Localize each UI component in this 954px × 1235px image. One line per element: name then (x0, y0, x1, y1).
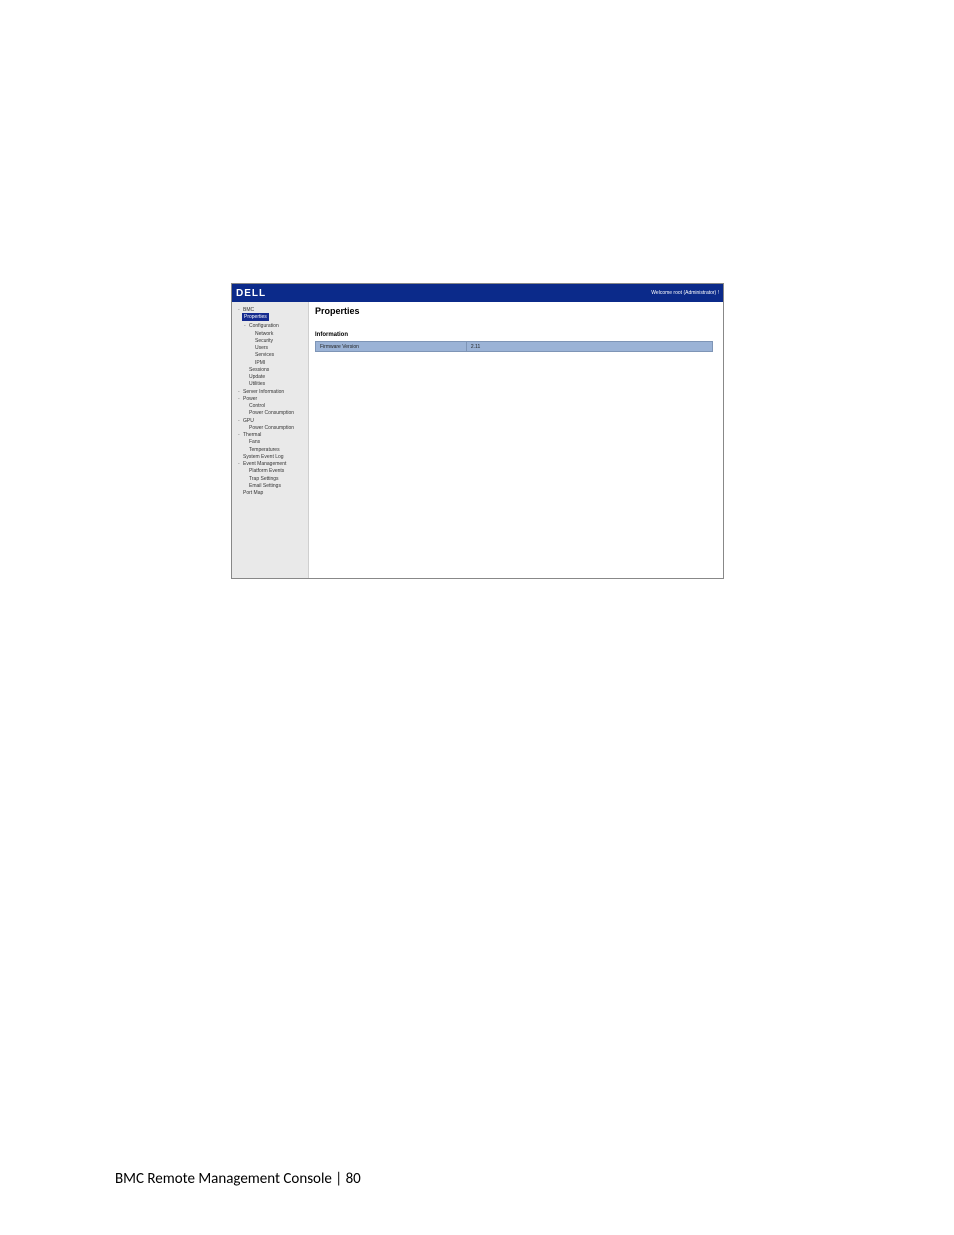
nav-item-power-consumption[interactable]: Power Consumption (236, 424, 306, 431)
page-title: Properties (315, 306, 713, 316)
nav-item-temperatures[interactable]: Temperatures (236, 446, 306, 453)
nav-item-thermal[interactable]: -Thermal (236, 432, 306, 439)
nav-item-label: Control (249, 403, 265, 409)
nav-item-label: Port Map (243, 490, 263, 496)
info-value: 2.11 (466, 342, 712, 352)
nav-item-ipmi[interactable]: IPMI (236, 359, 306, 366)
info-table: Firmware Version2.11 (315, 341, 713, 352)
nav-item-bmc[interactable]: -BMC (236, 306, 306, 313)
main-body: -BMCProperties-ConfigurationNetworkSecur… (232, 302, 723, 578)
nav-item-label: Power Consumption (249, 425, 294, 431)
nav-item-label: Email Settings (249, 483, 281, 489)
nav-item-system-event-log[interactable]: System Event Log (236, 453, 306, 460)
nav-item-label: Sessions (249, 367, 269, 373)
nav-item-label: Update (249, 374, 265, 380)
content-pane: Properties Information Firmware Version2… (309, 302, 723, 578)
nav-item-label: Services (255, 352, 274, 358)
nav-item-properties[interactable]: Properties (242, 313, 269, 320)
nav-item-label: Properties (244, 314, 267, 320)
table-row: Firmware Version2.11 (316, 342, 713, 352)
nav-item-label: BMC (243, 307, 254, 313)
nav-item-server-information[interactable]: -Server Information (236, 388, 306, 395)
page-footer: BMC Remote Management Console | 80 (115, 1170, 361, 1188)
screenshot-frame: DELL Welcome root (Administrator) ! -BMC… (231, 283, 724, 579)
nav-item-services[interactable]: Services (236, 352, 306, 359)
nav-item-update[interactable]: Update (236, 374, 306, 381)
nav-item-label: Event Management (243, 461, 286, 467)
section-title: Information (315, 332, 713, 338)
nav-item-label: Temperatures (249, 447, 280, 453)
nav-item-gpu[interactable]: -GPU (236, 417, 306, 424)
nav-item-label: Security (255, 338, 273, 344)
nav-item-label: Configuration (249, 323, 279, 329)
nav-item-label: Network (255, 331, 273, 337)
info-key: Firmware Version (316, 342, 467, 352)
nav-item-power-consumption[interactable]: Power Consumption (236, 410, 306, 417)
nav-item-trap-settings[interactable]: Trap Settings (236, 475, 306, 482)
nav-item-label: Thermal (243, 432, 261, 438)
nav-item-label: Power Consumption (249, 410, 294, 416)
nav-sidebar: -BMCProperties -ConfigurationNetworkSecur… (232, 302, 309, 578)
topbar: DELL Welcome root (Administrator) ! (232, 284, 723, 302)
nav-item-fans[interactable]: Fans (236, 439, 306, 446)
nav-item-label: Server Information (243, 389, 284, 395)
nav-item-platform-events[interactable]: Platform Events (236, 468, 306, 475)
dell-logo: DELL (236, 288, 266, 299)
nav-item-utilities[interactable]: Utilities (236, 381, 306, 388)
nav-item-control[interactable]: Control (236, 403, 306, 410)
nav-item-label: Fans (249, 439, 260, 445)
nav-item-email-settings[interactable]: Email Settings (236, 482, 306, 489)
nav-item-configuration[interactable]: -Configuration (236, 323, 306, 330)
nav-item-label: Users (255, 345, 268, 351)
nav-item-port-map[interactable]: Port Map (236, 490, 306, 497)
nav-item-label: Utilities (249, 381, 265, 387)
nav-item-sessions[interactable]: Sessions (236, 366, 306, 373)
nav-item-power[interactable]: -Power (236, 395, 306, 402)
nav-item-event-management[interactable]: -Event Management (236, 461, 306, 468)
welcome-text: Welcome root (Administrator) ! (651, 290, 719, 296)
nav-item-label: IPMI (255, 360, 265, 366)
nav-item-label: System Event Log (243, 454, 284, 460)
nav-item-label: Trap Settings (249, 476, 279, 482)
nav-item-label: GPU (243, 418, 254, 424)
nav-item-label: Platform Events (249, 468, 284, 474)
document-page: DELL Welcome root (Administrator) ! -BMC… (0, 0, 954, 1235)
nav-item-users[interactable]: Users (236, 345, 306, 352)
nav-item-security[interactable]: Security (236, 337, 306, 344)
nav-item-label: Power (243, 396, 257, 402)
nav-item-network[interactable]: Network (236, 330, 306, 337)
